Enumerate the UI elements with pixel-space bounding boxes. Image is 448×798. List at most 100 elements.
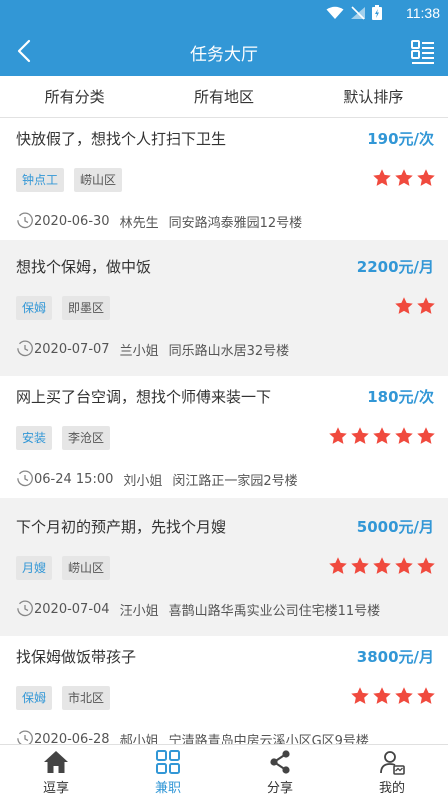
tab-jianzhi[interactable]: 兼职: [112, 745, 224, 798]
task-title: 下个月初的预产期，先找个月嫂: [16, 518, 227, 536]
page-title: 任务大厅: [190, 45, 258, 65]
star-rating: [372, 168, 436, 188]
tab-label: 逗享: [42, 781, 69, 796]
star-icon: [417, 169, 435, 186]
task-card[interactable]: 下个月初的预产期，先找个月嫂 5000元/月 月嫂 崂山区 2020-07-04…: [0, 506, 448, 628]
category-tag: 钟点工: [16, 168, 65, 192]
star-icon: [373, 169, 391, 186]
star-icon: [351, 427, 369, 444]
task-date: 2020-06-28: [34, 731, 110, 745]
task-price: 3800元/月: [356, 648, 434, 666]
task-price: 180元/次: [367, 388, 434, 406]
clock-icon: [17, 212, 33, 229]
task-title: 快放假了，想找个人打扫下卫生: [16, 130, 227, 148]
task-address: 宁清路青岛中房云溪小区G区9号楼: [168, 733, 369, 745]
clock-icon: [17, 470, 33, 487]
status-icons: [326, 5, 382, 20]
profile-icon: [380, 751, 405, 775]
category-tag: 保姆: [16, 686, 53, 710]
tab-label: 我的: [378, 781, 405, 796]
task-contact: 汪小姐: [119, 603, 159, 619]
star-icon: [395, 427, 413, 444]
task-price: 2200元/月: [356, 258, 434, 276]
clock-icon: [17, 340, 33, 357]
star-rating: [394, 296, 436, 316]
category-tag: 保姆: [16, 296, 53, 320]
category-tag: 安装: [16, 426, 53, 450]
task-date: 2020-07-07: [34, 341, 110, 357]
task-meta: 2020-06-28 郝小姐 宁清路青岛中房云溪小区G区9号楼: [16, 729, 369, 744]
category-tag: 月嫂: [16, 556, 53, 580]
star-icon: [395, 687, 413, 704]
star-icon: [373, 687, 391, 704]
home-icon: [44, 751, 68, 773]
task-date: 2020-07-04: [34, 601, 110, 617]
tab-label: 兼职: [154, 781, 181, 796]
filter-bar: 所有分类 所有地区 默认排序: [0, 76, 448, 118]
status-time: 11:38: [406, 5, 440, 21]
task-meta: 2020-06-30 林先生 同安路鸿泰雅园12号楼: [16, 211, 302, 231]
task-title: 找保姆做饭带孩子: [16, 648, 137, 666]
task-date: 2020-06-30: [34, 213, 110, 229]
task-card[interactable]: 找保姆做饭带孩子 3800元/月 保姆 市北区 2020-06-28 郝小姐 宁…: [0, 636, 448, 744]
task-title: 网上买了台空调，想找个师傅来装一下: [16, 388, 272, 406]
star-rating: [328, 426, 436, 446]
task-contact: 兰小姐: [119, 343, 159, 359]
district-tag: 崂山区: [74, 168, 123, 192]
task-list: 快放假了，想找个人打扫下卫生 190元/次 钟点工 崂山区 2020-06-30…: [0, 118, 448, 744]
no-signal-icon: [351, 5, 365, 20]
task-contact: 林先生: [119, 215, 159, 231]
star-icon: [373, 427, 391, 444]
district-tag: 李沧区: [62, 426, 111, 450]
star-icon: [417, 557, 435, 574]
star-rating: [350, 686, 436, 706]
star-icon: [395, 557, 413, 574]
star-icon: [395, 297, 413, 314]
task-contact: 刘小姐: [123, 473, 163, 489]
task-address: 喜鹊山路华禹实业公司住宅楼11号楼: [168, 603, 381, 619]
task-meta: 06-24 15:00 刘小姐 闵江路正一家园2号楼: [16, 469, 298, 489]
star-icon: [395, 169, 413, 186]
star-icon: [351, 687, 369, 704]
task-date: 06-24 15:00: [34, 471, 114, 487]
tab-mine[interactable]: 我的: [336, 745, 448, 798]
star-icon: [351, 557, 369, 574]
grid-icon: [156, 750, 180, 774]
list-view-button[interactable]: [410, 39, 436, 65]
task-meta: 2020-07-07 兰小姐 同乐路山水居32号楼: [16, 339, 289, 359]
task-price: 5000元/月: [356, 518, 434, 536]
star-icon: [329, 557, 347, 574]
clock-icon: [17, 600, 33, 617]
task-price: 190元/次: [367, 130, 434, 148]
filter-region[interactable]: 所有地区: [149, 76, 298, 117]
task-address: 同安路鸿泰雅园12号楼: [168, 215, 303, 231]
star-icon: [417, 687, 435, 704]
district-tag: 即墨区: [62, 296, 111, 320]
district-tag: 崂山区: [62, 556, 111, 580]
task-address: 闵江路正一家园2号楼: [172, 473, 298, 489]
task-card[interactable]: 网上买了台空调，想找个师傅来装一下 180元/次 安装 李沧区 06-24 15…: [0, 376, 448, 498]
tab-label: 分享: [266, 781, 293, 796]
bottom-tab-bar: 逗享 兼职 分享 我的: [0, 744, 448, 798]
list-menu-icon: [411, 40, 434, 64]
star-icon: [373, 557, 391, 574]
status-bar: 11:38: [0, 0, 448, 26]
battery-icon: [372, 5, 382, 20]
task-contact: 郝小姐: [119, 733, 159, 745]
filter-category[interactable]: 所有分类: [0, 76, 149, 117]
wifi-icon: [326, 6, 344, 19]
task-title: 想找个保姆，做中饭: [16, 258, 152, 276]
star-icon: [417, 297, 435, 314]
filter-sort[interactable]: 默认排序: [299, 76, 448, 117]
clock-icon: [17, 730, 33, 744]
tab-share[interactable]: 分享: [224, 745, 336, 798]
task-card[interactable]: 想找个保姆，做中饭 2200元/月 保姆 即墨区 2020-07-07 兰小姐 …: [0, 246, 448, 368]
star-rating: [328, 556, 436, 576]
task-card[interactable]: 快放假了，想找个人打扫下卫生 190元/次 钟点工 崂山区 2020-06-30…: [0, 118, 448, 240]
share-icon: [270, 750, 290, 774]
tab-douxiang[interactable]: 逗享: [0, 745, 112, 798]
star-icon: [417, 427, 435, 444]
nav-bar: 任务大厅: [0, 26, 448, 76]
task-meta: 2020-07-04 汪小姐 喜鹊山路华禹实业公司住宅楼11号楼: [16, 599, 380, 619]
star-icon: [329, 427, 347, 444]
